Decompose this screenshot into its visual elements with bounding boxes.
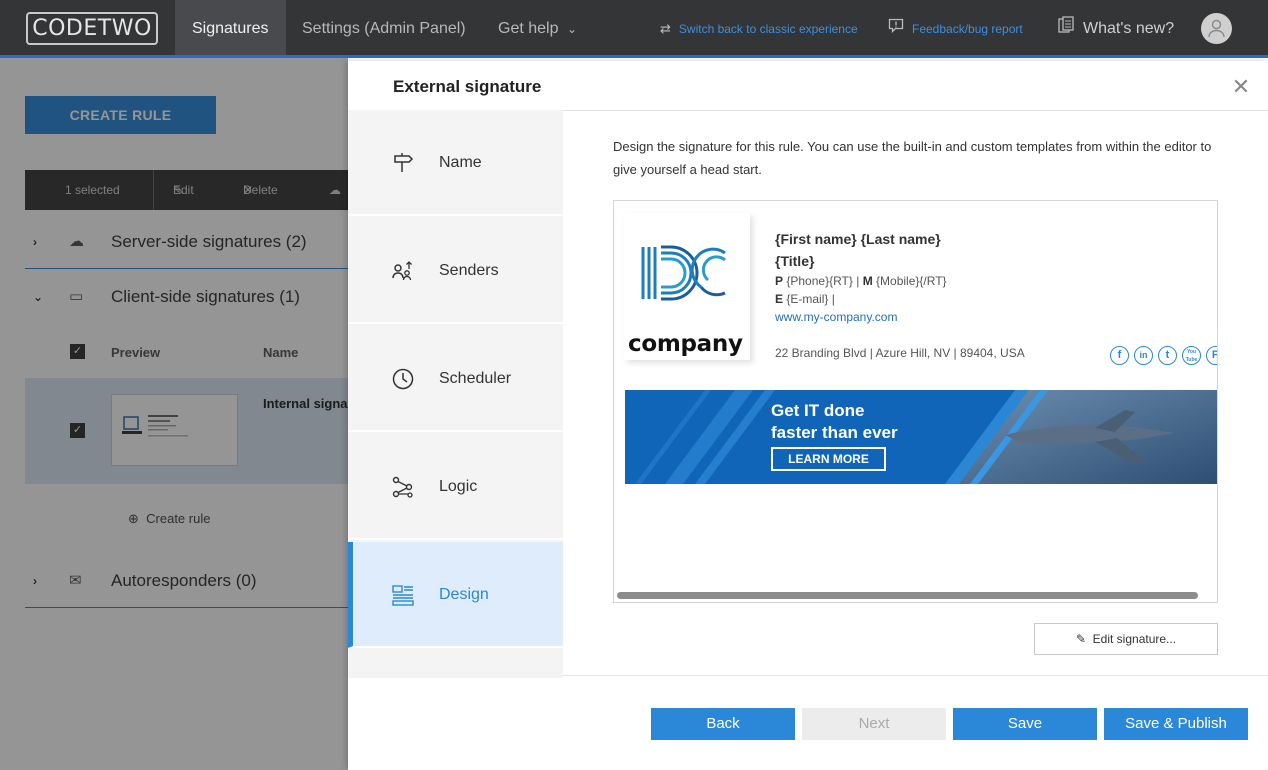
- signature-banner[interactable]: Get IT done faster than ever LEARN MORE: [625, 390, 1217, 484]
- youtube-icon[interactable]: You Tube: [1182, 346, 1201, 365]
- signature-website[interactable]: www.my-company.com: [775, 310, 897, 324]
- step-logic-label: Logic: [439, 478, 478, 495]
- close-icon[interactable]: ✕: [1231, 76, 1251, 98]
- signature-preview: company {First name} {Last name} {Title}…: [613, 200, 1218, 603]
- rule-wizard-modal: External signature ✕ Name Senders Schedu…: [348, 61, 1268, 770]
- step-name-label: Name: [439, 154, 482, 171]
- design-icon: [391, 583, 415, 607]
- twitter-icon[interactable]: t: [1158, 346, 1177, 365]
- step-design[interactable]: Design: [348, 542, 563, 648]
- mobile-label: M: [862, 274, 873, 288]
- feedback-link[interactable]: Feedback/bug report: [888, 0, 1023, 55]
- signature-address: 22 Branding Blvd | Azure Hill, NV | 8940…: [775, 346, 1025, 360]
- company-logo-mark: [641, 245, 726, 301]
- swap-arrows-icon: ⇄: [660, 21, 671, 36]
- design-description: Design the signature for this rule. You …: [613, 139, 1212, 177]
- pinterest-icon[interactable]: P: [1206, 346, 1217, 365]
- signpost-icon: [391, 151, 415, 175]
- nav-get-help-label: Get help: [498, 20, 559, 37]
- step-logic[interactable]: Logic: [348, 434, 563, 540]
- back-button[interactable]: Back: [651, 708, 795, 740]
- user-icon: [1208, 19, 1225, 38]
- signature-phone-line: P {Phone}{RT} | M {Mobile}{/RT}: [775, 274, 947, 288]
- clock-icon: [391, 367, 415, 391]
- company-logo: company: [624, 213, 750, 360]
- next-button[interactable]: Next: [802, 708, 946, 740]
- nav-get-help[interactable]: Get help ⌄: [498, 0, 577, 55]
- codetwo-logo[interactable]: CODETWO: [26, 12, 158, 45]
- feedback-label: Feedback/bug report: [912, 22, 1023, 36]
- banner-headline-2: faster than ever: [771, 423, 898, 442]
- switch-classic-label: Switch back to classic experience: [678, 22, 858, 36]
- email-label: E: [775, 292, 784, 306]
- top-navigation-bar: CODETWO Signatures Settings (Admin Panel…: [0, 0, 1268, 58]
- step-senders[interactable]: Senders: [348, 218, 563, 324]
- logic-icon: [391, 475, 415, 499]
- email-value: {E-mail} |: [786, 292, 835, 306]
- signature-title: {Title}: [775, 253, 815, 269]
- learn-more-button[interactable]: LEARN MORE: [771, 447, 886, 471]
- edit-signature-label: Edit signature...: [1092, 632, 1177, 646]
- facebook-icon[interactable]: f: [1110, 346, 1129, 365]
- edit-signature-button[interactable]: ✎ Edit signature...: [1034, 623, 1218, 655]
- divider: [563, 675, 1268, 676]
- horizontal-scrollbar[interactable]: [617, 592, 1198, 599]
- user-avatar[interactable]: [1201, 13, 1232, 44]
- signature-email-line: E {E-mail} |: [775, 292, 835, 306]
- signature-name: {First name} {Last name}: [775, 231, 941, 247]
- mobile-value: {Mobile}{/RT}: [876, 274, 947, 288]
- step-name[interactable]: Name: [348, 110, 563, 216]
- nav-signatures[interactable]: Signatures: [175, 0, 286, 55]
- senders-icon: [391, 259, 415, 283]
- wizard-steps: Name Senders Scheduler Logic Design: [348, 110, 563, 678]
- linkedin-icon[interactable]: in: [1134, 346, 1153, 365]
- pencil-icon: ✎: [1075, 632, 1086, 646]
- banner-headline-1: Get IT done: [771, 401, 865, 420]
- phone-separator: |: [856, 274, 860, 288]
- phone-label: P: [775, 274, 784, 288]
- company-wordmark: company: [628, 331, 743, 357]
- save-and-publish-button[interactable]: Save & Publish: [1104, 708, 1248, 740]
- modal-title: External signature: [393, 77, 542, 96]
- step-scheduler[interactable]: Scheduler: [348, 326, 563, 432]
- save-button[interactable]: Save: [953, 708, 1097, 740]
- step-senders-label: Senders: [439, 262, 499, 279]
- switch-classic-link[interactable]: ⇄ Switch back to classic experience: [660, 0, 858, 55]
- whats-new-label: What's new?: [1083, 20, 1175, 37]
- banner-background-graphic: [625, 390, 1217, 484]
- news-icon: [1058, 0, 1075, 58]
- whats-new-link[interactable]: What's new?: [1058, 0, 1174, 55]
- nav-settings-admin-panel[interactable]: Settings (Admin Panel): [302, 0, 466, 55]
- modal-backdrop[interactable]: [0, 58, 348, 770]
- step-design-label: Design: [439, 586, 489, 603]
- divider: [563, 110, 1268, 111]
- chevron-down-icon: ⌄: [566, 22, 577, 36]
- feedback-icon: [888, 0, 904, 58]
- phone-value: {Phone}{RT}: [786, 274, 853, 288]
- step-scheduler-label: Scheduler: [439, 370, 512, 387]
